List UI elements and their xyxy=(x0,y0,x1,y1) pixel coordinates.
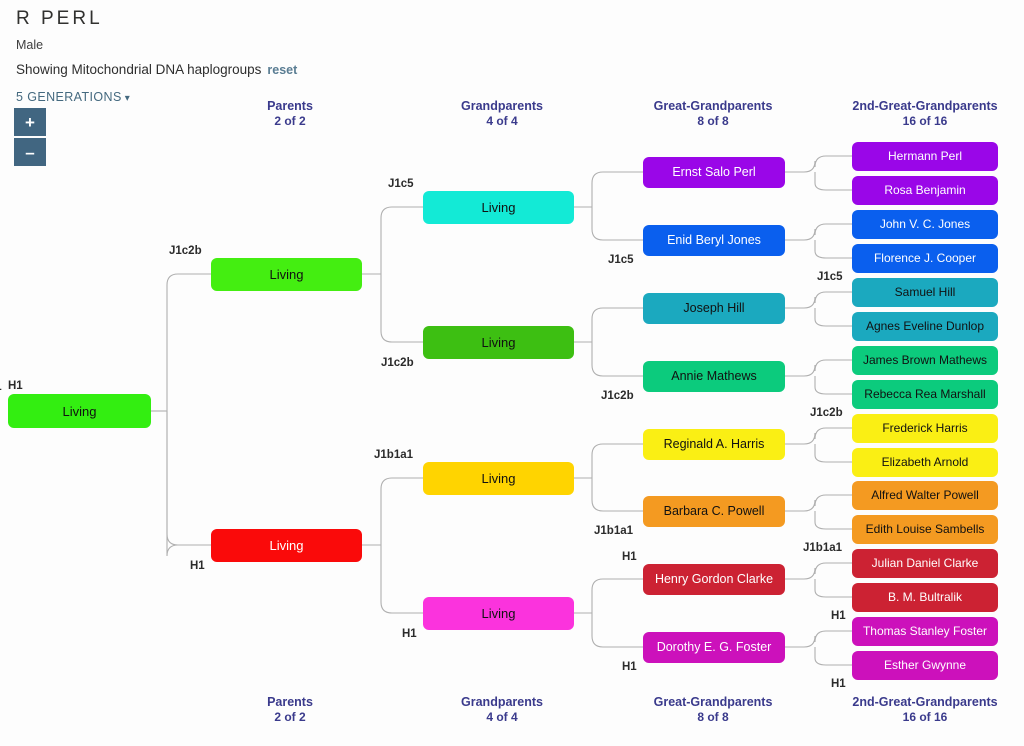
haplogroup-label: J1b1a1 xyxy=(374,448,414,461)
zoom-in-button[interactable]: + xyxy=(14,108,46,136)
chart-header: R PERL Male Showing Mitochondrial DNA ha… xyxy=(16,8,716,78)
grandparent-node[interactable]: Living xyxy=(423,325,574,359)
great-grandparent-node[interactable]: Reginald A. Harris xyxy=(643,428,785,460)
great-grandparent-node[interactable]: Enid Beryl Jones xyxy=(643,224,785,256)
root-person-node[interactable]: Living xyxy=(8,394,151,428)
second-great-grandparent-node[interactable]: Rebecca Rea Marshall xyxy=(852,379,998,409)
zoom-out-button[interactable]: – xyxy=(14,138,46,166)
reset-link[interactable]: reset xyxy=(267,63,297,77)
second-great-grandparent-node[interactable]: Edith Louise Sambells xyxy=(852,514,998,544)
parent-node[interactable]: Living xyxy=(211,257,362,291)
column-count: 4 of 4 xyxy=(486,114,518,128)
second-great-grandparent-node[interactable]: Elizabeth Arnold xyxy=(852,447,998,477)
column-title: Parents xyxy=(267,99,313,113)
generations-dropdown[interactable]: 5 GENERATIONS ▾ xyxy=(16,90,130,104)
generations-label: 5 GENERATIONS xyxy=(16,90,122,104)
second-great-grandparent-node[interactable]: Agnes Eveline Dunlop xyxy=(852,311,998,341)
haplogroup-label: J1c5 xyxy=(388,177,414,190)
column-caption-2nd-great-grandparents-top: 2nd-Great-Grandparents 16 of 16 xyxy=(835,99,1015,129)
column-title: 2nd-Great-Grandparents xyxy=(852,99,998,113)
column-caption-great-grandparents-top: Great-Grandparents 8 of 8 xyxy=(623,99,803,129)
second-great-grandparent-node[interactable]: Florence J. Cooper xyxy=(852,243,998,273)
haplogroup-label: J1c2b xyxy=(169,244,202,257)
column-count: 16 of 16 xyxy=(902,114,948,128)
column-title: Grandparents xyxy=(461,695,543,709)
great-grandparent-node[interactable]: Ernst Salo Perl xyxy=(643,156,785,188)
second-great-grandparent-node[interactable]: Thomas Stanley Foster xyxy=(852,616,998,646)
column-caption-grandparents-top: Grandparents 4 of 4 xyxy=(412,99,592,129)
column-title: Parents xyxy=(267,695,313,709)
haplogroup-label: H1 xyxy=(190,559,205,572)
parent-node[interactable]: Living xyxy=(211,528,362,562)
haplogroup-label: H1 xyxy=(8,380,23,392)
haplogroup-label: H1 xyxy=(831,609,846,622)
haplogroup-label: J1b1a1 xyxy=(803,541,843,554)
haplogroup-label: H1 xyxy=(622,660,637,673)
great-grandparent-node[interactable]: Annie Mathews xyxy=(643,360,785,392)
column-count: 4 of 4 xyxy=(486,710,518,724)
second-great-grandparent-node[interactable]: John V. C. Jones xyxy=(852,209,998,239)
haplogroup-label: J1c5 xyxy=(817,270,843,283)
column-count: 2 of 2 xyxy=(274,710,306,724)
page-title: R PERL xyxy=(16,8,103,29)
column-count: 8 of 8 xyxy=(697,114,729,128)
haplogroup-label: J1c5 xyxy=(608,253,634,266)
column-count: 8 of 8 xyxy=(697,710,729,724)
haplogroup-label: J1b1a1 xyxy=(594,524,634,537)
second-great-grandparent-node[interactable]: Hermann Perl xyxy=(852,141,998,171)
haplogroup-label: J1c2b xyxy=(810,406,843,419)
zoom-controls: + – xyxy=(14,108,46,166)
showing-label: Showing Mitochondrial DNA haplogroups xyxy=(16,62,262,77)
column-title: Grandparents xyxy=(461,99,543,113)
second-great-grandparent-node[interactable]: Esther Gwynne xyxy=(852,650,998,680)
grandparent-node[interactable]: Living xyxy=(423,461,574,495)
column-caption-2nd-great-grandparents-bottom: 2nd-Great-Grandparents 16 of 16 xyxy=(835,695,1015,725)
column-caption-parents-bottom: Parents 2 of 2 xyxy=(200,695,380,725)
haplogroup-label: H1 xyxy=(0,381,2,393)
column-caption-great-grandparents-bottom: Great-Grandparents 8 of 8 xyxy=(623,695,803,725)
column-title: Great-Grandparents xyxy=(653,695,773,709)
column-title: 2nd-Great-Grandparents xyxy=(852,695,998,709)
second-great-grandparent-node[interactable]: Julian Daniel Clarke xyxy=(852,548,998,578)
second-great-grandparent-node[interactable]: Samuel Hill xyxy=(852,277,998,307)
pedigree-chart: R PERL Male Showing Mitochondrial DNA ha… xyxy=(0,0,1024,746)
haplogroup-label: H1 xyxy=(622,550,637,563)
column-count: 16 of 16 xyxy=(902,710,948,724)
chevron-down-icon: ▾ xyxy=(124,93,131,104)
second-great-grandparent-node[interactable]: Rosa Benjamin xyxy=(852,175,998,205)
second-great-grandparent-node[interactable]: James Brown Mathews xyxy=(852,345,998,375)
column-caption-grandparents-bottom: Grandparents 4 of 4 xyxy=(412,695,592,725)
column-count: 2 of 2 xyxy=(274,114,306,128)
grandparent-node[interactable]: Living xyxy=(423,596,574,630)
great-grandparent-node[interactable]: Joseph Hill xyxy=(643,292,785,324)
showing-haplogroups-row: Showing Mitochondrial DNA haplogroups res… xyxy=(16,62,716,78)
haplogroup-label: J1c2b xyxy=(381,356,414,369)
person-sex: Male xyxy=(16,38,44,52)
great-grandparent-node[interactable]: Dorothy E. G. Foster xyxy=(643,631,785,663)
grandparent-node[interactable]: Living xyxy=(423,190,574,224)
second-great-grandparent-node[interactable]: Frederick Harris xyxy=(852,413,998,443)
haplogroup-label: H1 xyxy=(402,627,417,640)
column-title: Great-Grandparents xyxy=(653,99,773,113)
column-caption-parents-top: Parents 2 of 2 xyxy=(200,99,380,129)
haplogroup-label: H1 xyxy=(831,677,846,690)
second-great-grandparent-node[interactable]: B. M. Bultralik xyxy=(852,582,998,612)
second-great-grandparent-node[interactable]: Alfred Walter Powell xyxy=(852,480,998,510)
great-grandparent-node[interactable]: Henry Gordon Clarke xyxy=(643,563,785,595)
haplogroup-label: J1c2b xyxy=(601,389,634,402)
great-grandparent-node[interactable]: Barbara C. Powell xyxy=(643,495,785,527)
